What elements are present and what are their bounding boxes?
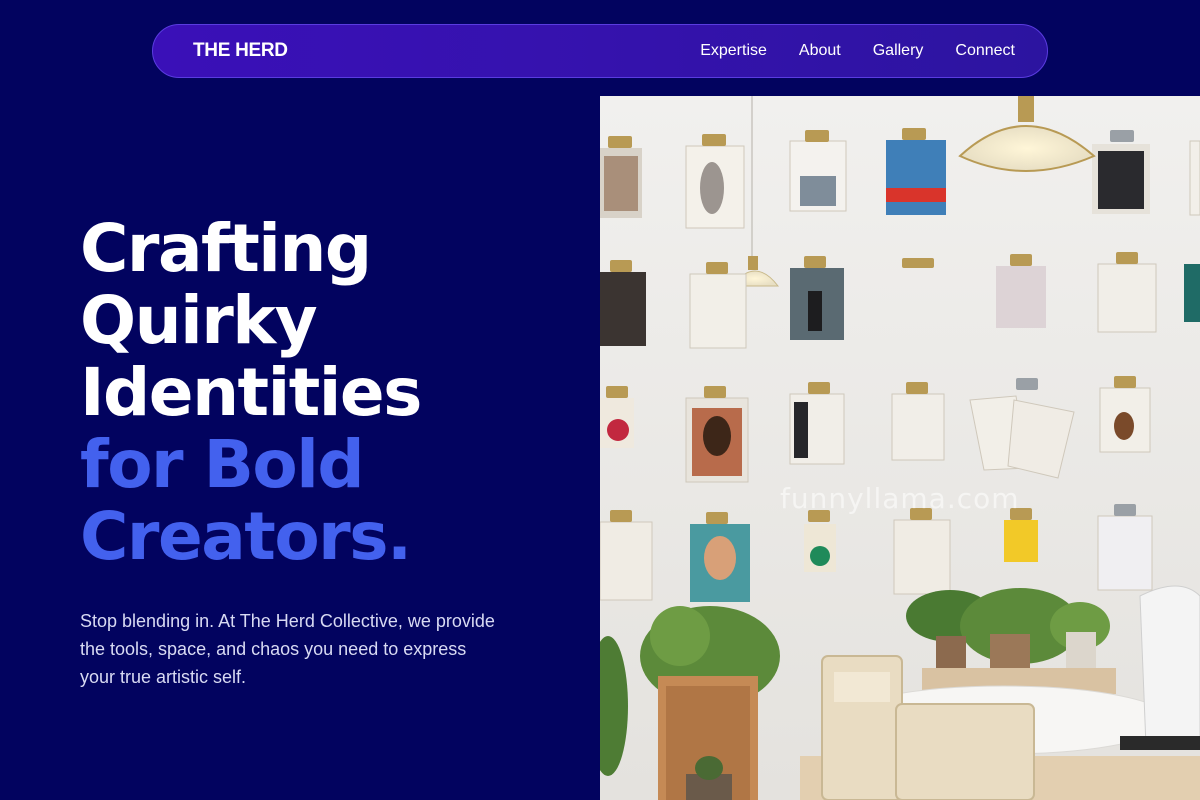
nav-link-about[interactable]: About (799, 42, 841, 60)
headline-line-4: for Bold (80, 426, 365, 503)
brand-logo[interactable]: THE HERD (193, 40, 288, 62)
top-nav: THE HERD Expertise About Gallery Connect (152, 24, 1048, 78)
headline-line-2: Quirky (80, 282, 318, 359)
nav-link-expertise[interactable]: Expertise (700, 42, 767, 60)
nav-links: Expertise About Gallery Connect (700, 42, 1015, 60)
watermark-text: funnyllama.com (780, 482, 1020, 515)
nav-link-connect[interactable]: Connect (955, 42, 1015, 60)
studio-wall-illustration (600, 96, 1200, 800)
nav-link-gallery[interactable]: Gallery (873, 42, 924, 60)
hero-section: Crafting Quirky Identities for Bold Crea… (80, 213, 580, 691)
hero-image: funnyllama.com (600, 96, 1200, 800)
hero-headline: Crafting Quirky Identities for Bold Crea… (80, 213, 580, 573)
headline-line-1: Crafting (80, 210, 372, 287)
headline-line-5: Creators. (80, 498, 412, 575)
hero-subtitle: Stop blending in. At The Herd Collective… (80, 611, 495, 687)
headline-line-3: Identities (80, 354, 422, 431)
